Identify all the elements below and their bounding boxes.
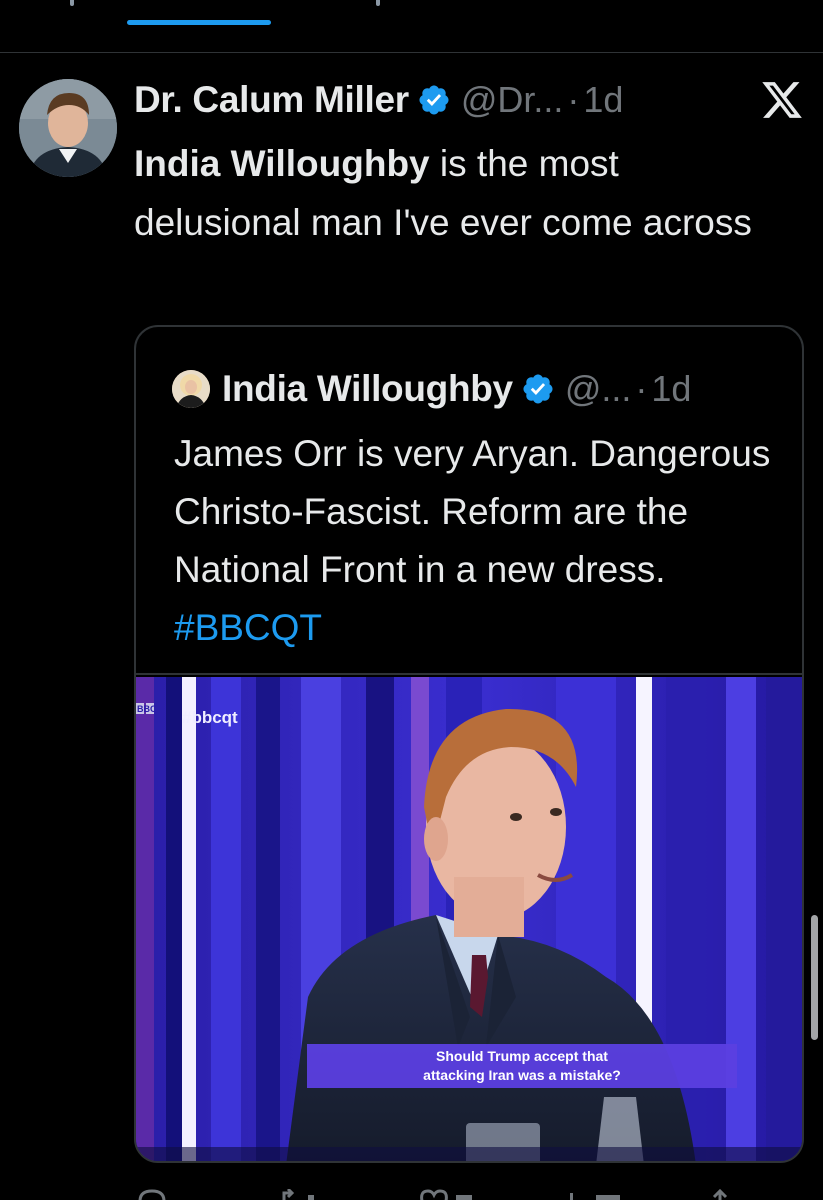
tweet-header: Dr. Calum Miller @Dr... · 1d <box>134 74 623 126</box>
like-icon[interactable] <box>418 1188 478 1200</box>
quoted-tweet[interactable]: India Willoughby @... · 1d James Orr is … <box>134 325 804 1163</box>
tab-edge <box>376 0 380 6</box>
tweet-text: India Willoughby is the most delusional … <box>134 134 754 252</box>
views-icon[interactable] <box>566 1188 626 1200</box>
mention-link[interactable]: India Willoughby <box>134 143 430 184</box>
tv-caption: Should Trump accept that attacking Iran … <box>307 1044 737 1088</box>
author-handle[interactable]: @Dr... <box>461 79 564 121</box>
repost-icon[interactable] <box>280 1188 320 1200</box>
quoted-tweet-text: James Orr is very Aryan. Dangerous Chris… <box>174 425 784 657</box>
tab-strip <box>0 0 823 53</box>
bbc-logo: BBC <box>136 703 157 714</box>
tab-edge <box>70 0 74 6</box>
avatar[interactable] <box>19 79 117 177</box>
author-name[interactable]: Dr. Calum Miller <box>134 79 409 121</box>
caption-line-2: attacking Iran was a mistake? <box>423 1067 621 1083</box>
hashtag-link[interactable]: #BBCQT <box>174 607 322 648</box>
reply-icon[interactable] <box>136 1188 168 1200</box>
share-icon[interactable] <box>706 1188 734 1200</box>
channel-logo: BBC <box>137 704 157 714</box>
verified-badge-icon <box>521 372 555 406</box>
separator-dot: · <box>635 368 648 409</box>
tweet-media-image[interactable]: BBC #bbcqt Should Trump accept that atta… <box>136 677 802 1161</box>
timestamp[interactable]: 1d <box>583 79 623 121</box>
scrollbar[interactable] <box>811 915 818 1040</box>
quoted-tweet-header: India Willoughby @... · 1d <box>172 361 691 417</box>
quoted-author-handle[interactable]: @... <box>565 368 632 410</box>
x-logo-icon[interactable] <box>760 78 804 122</box>
overlay-hashtag: #bbcqt <box>182 708 238 727</box>
quoted-author-name[interactable]: India Willoughby <box>222 368 513 410</box>
quoted-tweet-body: James Orr is very Aryan. Dangerous Chris… <box>174 433 771 590</box>
timeline-view: Dr. Calum Miller @Dr... · 1d India Willo… <box>0 0 823 1200</box>
avatar[interactable] <box>172 370 210 408</box>
caption-line-1: Should Trump accept that <box>436 1048 608 1064</box>
verified-badge-icon <box>417 83 451 117</box>
media-divider <box>136 673 802 675</box>
separator-dot: · <box>567 79 580 120</box>
active-tab-indicator <box>127 20 271 25</box>
quoted-timestamp[interactable]: 1d <box>651 368 691 410</box>
tweet-actions <box>134 1188 804 1200</box>
